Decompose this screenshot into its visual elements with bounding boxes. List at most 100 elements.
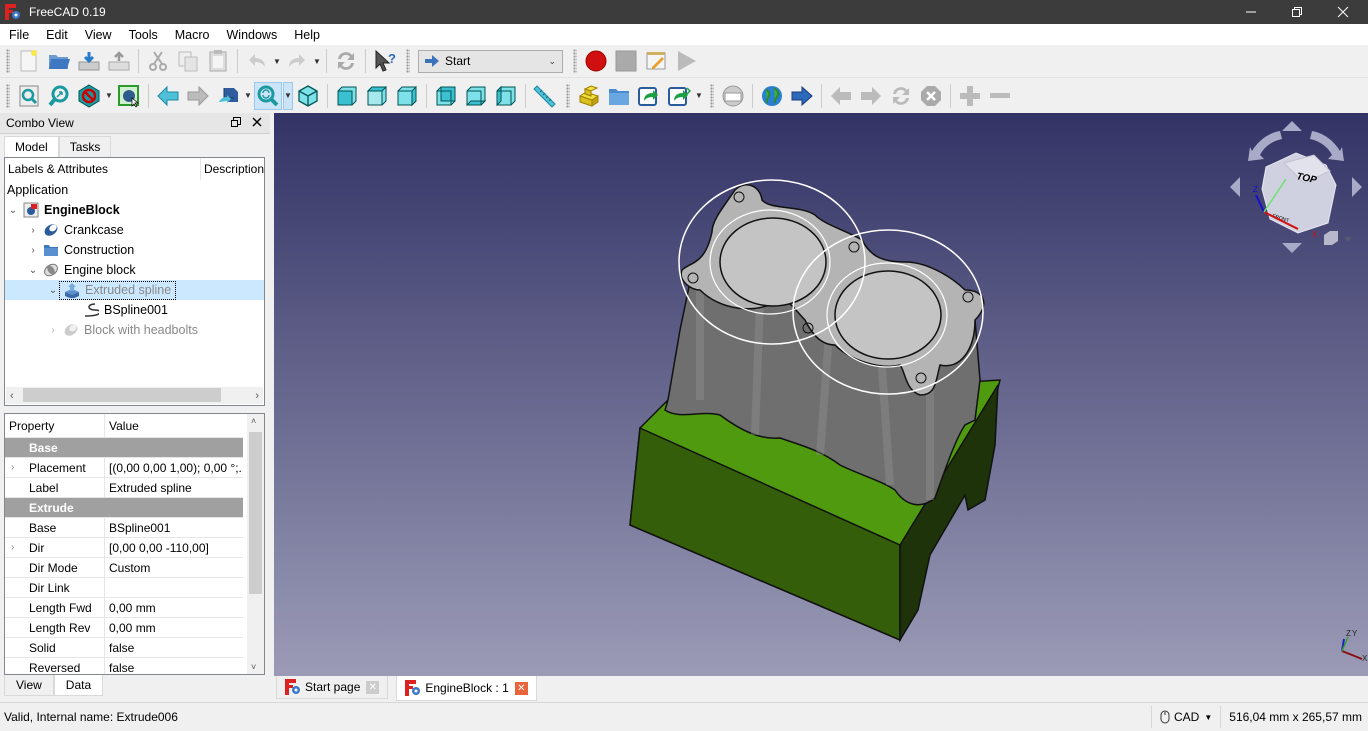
- zoom-box-button[interactable]: [254, 81, 282, 110]
- property-value[interactable]: Extruded spline: [105, 478, 243, 497]
- create-group-button[interactable]: [605, 82, 633, 110]
- undo-dropdown[interactable]: ▼: [272, 47, 282, 75]
- menu-view[interactable]: View: [76, 28, 120, 42]
- view-forward-button[interactable]: [184, 82, 212, 110]
- run-macro-button[interactable]: [672, 47, 700, 75]
- web-page-button[interactable]: [719, 82, 747, 110]
- front-view-button[interactable]: [333, 82, 361, 110]
- float-panel-icon[interactable]: [231, 116, 241, 130]
- menu-edit[interactable]: Edit: [37, 28, 76, 42]
- property-value[interactable]: 0,00 mm: [105, 598, 243, 617]
- toolbar-grip[interactable]: [6, 49, 10, 73]
- tree-horizontal-scrollbar[interactable]: ‹ ›: [6, 387, 263, 404]
- tab-view[interactable]: View: [4, 675, 54, 696]
- sync-view-button[interactable]: [214, 82, 242, 110]
- tree-item-block-with-headbolts[interactable]: › Block with headbolts: [5, 320, 264, 340]
- property-row[interactable]: › Dir [0,00 0,00 -110,00]: [5, 538, 243, 558]
- web-forward-button[interactable]: [857, 82, 885, 110]
- minimize-button[interactable]: [1228, 0, 1274, 24]
- chevron-right-icon[interactable]: ›: [11, 462, 14, 473]
- new-file-button[interactable]: [15, 47, 43, 75]
- cut-button[interactable]: [144, 47, 172, 75]
- view-back-button[interactable]: [154, 82, 182, 110]
- engine-block-model[interactable]: [274, 113, 1368, 676]
- property-value[interactable]: [(0,00 0,00 1,00); 0,00 °;...: [105, 458, 243, 477]
- chevron-right-icon[interactable]: ›: [27, 245, 39, 256]
- stop-macro-button[interactable]: [612, 47, 640, 75]
- menu-file[interactable]: File: [0, 28, 37, 42]
- undo-button[interactable]: [243, 47, 271, 75]
- tab-data[interactable]: Data: [53, 675, 104, 696]
- property-value[interactable]: Custom: [105, 558, 243, 577]
- fit-selection-button[interactable]: [45, 82, 73, 110]
- toolbar-grip[interactable]: [6, 83, 10, 108]
- tree-item-extruded-spline[interactable]: ⌄ Extruded spline: [5, 280, 264, 300]
- close-tab-icon[interactable]: ✕: [514, 681, 528, 695]
- menu-tools[interactable]: Tools: [120, 28, 166, 42]
- property-row[interactable]: Base BSpline001: [5, 518, 243, 538]
- property-row[interactable]: Solid false: [5, 638, 243, 658]
- menu-help[interactable]: Help: [285, 28, 328, 42]
- header-property[interactable]: Property: [5, 414, 105, 437]
- 3d-viewport[interactable]: TOP FRONT Z X Z Y X: [274, 113, 1368, 676]
- property-value[interactable]: BSpline001: [105, 518, 243, 537]
- tree-item-engineblock-doc[interactable]: ⌄ EngineBlock: [5, 200, 264, 220]
- navigation-cube[interactable]: TOP FRONT Z X: [1226, 117, 1366, 257]
- bottom-view-button[interactable]: [462, 82, 490, 110]
- chevron-down-icon[interactable]: ⌄: [7, 205, 19, 216]
- property-vertical-scrollbar[interactable]: ˄ ˅: [247, 414, 264, 674]
- tab-tasks[interactable]: Tasks: [58, 136, 112, 157]
- chevron-right-icon[interactable]: ›: [11, 542, 14, 553]
- whats-this-button[interactable]: ?: [371, 47, 399, 75]
- zoom-dropdown[interactable]: ▼: [283, 81, 293, 110]
- measure-button[interactable]: [531, 82, 559, 110]
- property-value[interactable]: false: [105, 638, 243, 657]
- tree-item-engine-block[interactable]: ⌄ Engine block: [5, 260, 264, 280]
- scrollbar-thumb[interactable]: [23, 388, 221, 402]
- right-view-button[interactable]: [393, 82, 421, 110]
- property-value[interactable]: false: [105, 658, 243, 675]
- draw-style-dropdown[interactable]: ▼: [104, 82, 114, 110]
- web-stop-button[interactable]: [917, 82, 945, 110]
- chevron-right-icon[interactable]: ›: [27, 225, 39, 236]
- scrollbar-thumb[interactable]: [249, 432, 262, 594]
- scroll-left-icon[interactable]: ‹: [10, 390, 14, 402]
- draw-style-button[interactable]: [75, 82, 103, 110]
- tab-start-page[interactable]: Start page ✕: [276, 676, 389, 699]
- navigate-button[interactable]: [788, 82, 816, 110]
- open-button[interactable]: [45, 47, 73, 75]
- web-refresh-button[interactable]: [887, 82, 915, 110]
- tree-item-construction[interactable]: › Construction: [5, 240, 264, 260]
- web-zoom-out-button[interactable]: [986, 82, 1014, 110]
- copy-button[interactable]: [174, 47, 202, 75]
- toolbar-grip[interactable]: [710, 83, 714, 108]
- close-panel-icon[interactable]: [252, 116, 262, 130]
- create-part-button[interactable]: [575, 82, 603, 110]
- link-actions-dropdown[interactable]: ▼: [694, 82, 704, 110]
- tab-engineblock[interactable]: EngineBlock : 1 ✕: [396, 676, 537, 701]
- property-row[interactable]: Label Extruded spline: [5, 478, 243, 498]
- redo-button[interactable]: [283, 47, 311, 75]
- property-value[interactable]: [105, 578, 243, 597]
- menu-macro[interactable]: Macro: [166, 28, 218, 42]
- save-as-button[interactable]: [105, 47, 133, 75]
- toolbar-grip[interactable]: [566, 83, 570, 108]
- restore-button[interactable]: [1274, 0, 1320, 24]
- toolbar-grip[interactable]: [573, 49, 577, 73]
- save-button[interactable]: [75, 47, 103, 75]
- menu-windows[interactable]: Windows: [218, 28, 286, 42]
- fit-all-button[interactable]: [15, 82, 43, 110]
- close-tab-icon[interactable]: ✕: [366, 680, 380, 694]
- navigation-style-button[interactable]: CAD ▼: [1160, 710, 1212, 724]
- redo-dropdown[interactable]: ▼: [312, 47, 322, 75]
- top-view-button[interactable]: [363, 82, 391, 110]
- scroll-right-icon[interactable]: ›: [255, 390, 259, 402]
- sync-view-dropdown[interactable]: ▼: [243, 82, 253, 110]
- rear-view-button[interactable]: [432, 82, 460, 110]
- paste-button[interactable]: [204, 47, 232, 75]
- property-row[interactable]: Length Rev 0,00 mm: [5, 618, 243, 638]
- header-value[interactable]: Value: [105, 414, 139, 437]
- tree-item-crankcase[interactable]: › Crankcase: [5, 220, 264, 240]
- make-link-button[interactable]: [635, 82, 663, 110]
- toolbar-grip[interactable]: [406, 49, 410, 73]
